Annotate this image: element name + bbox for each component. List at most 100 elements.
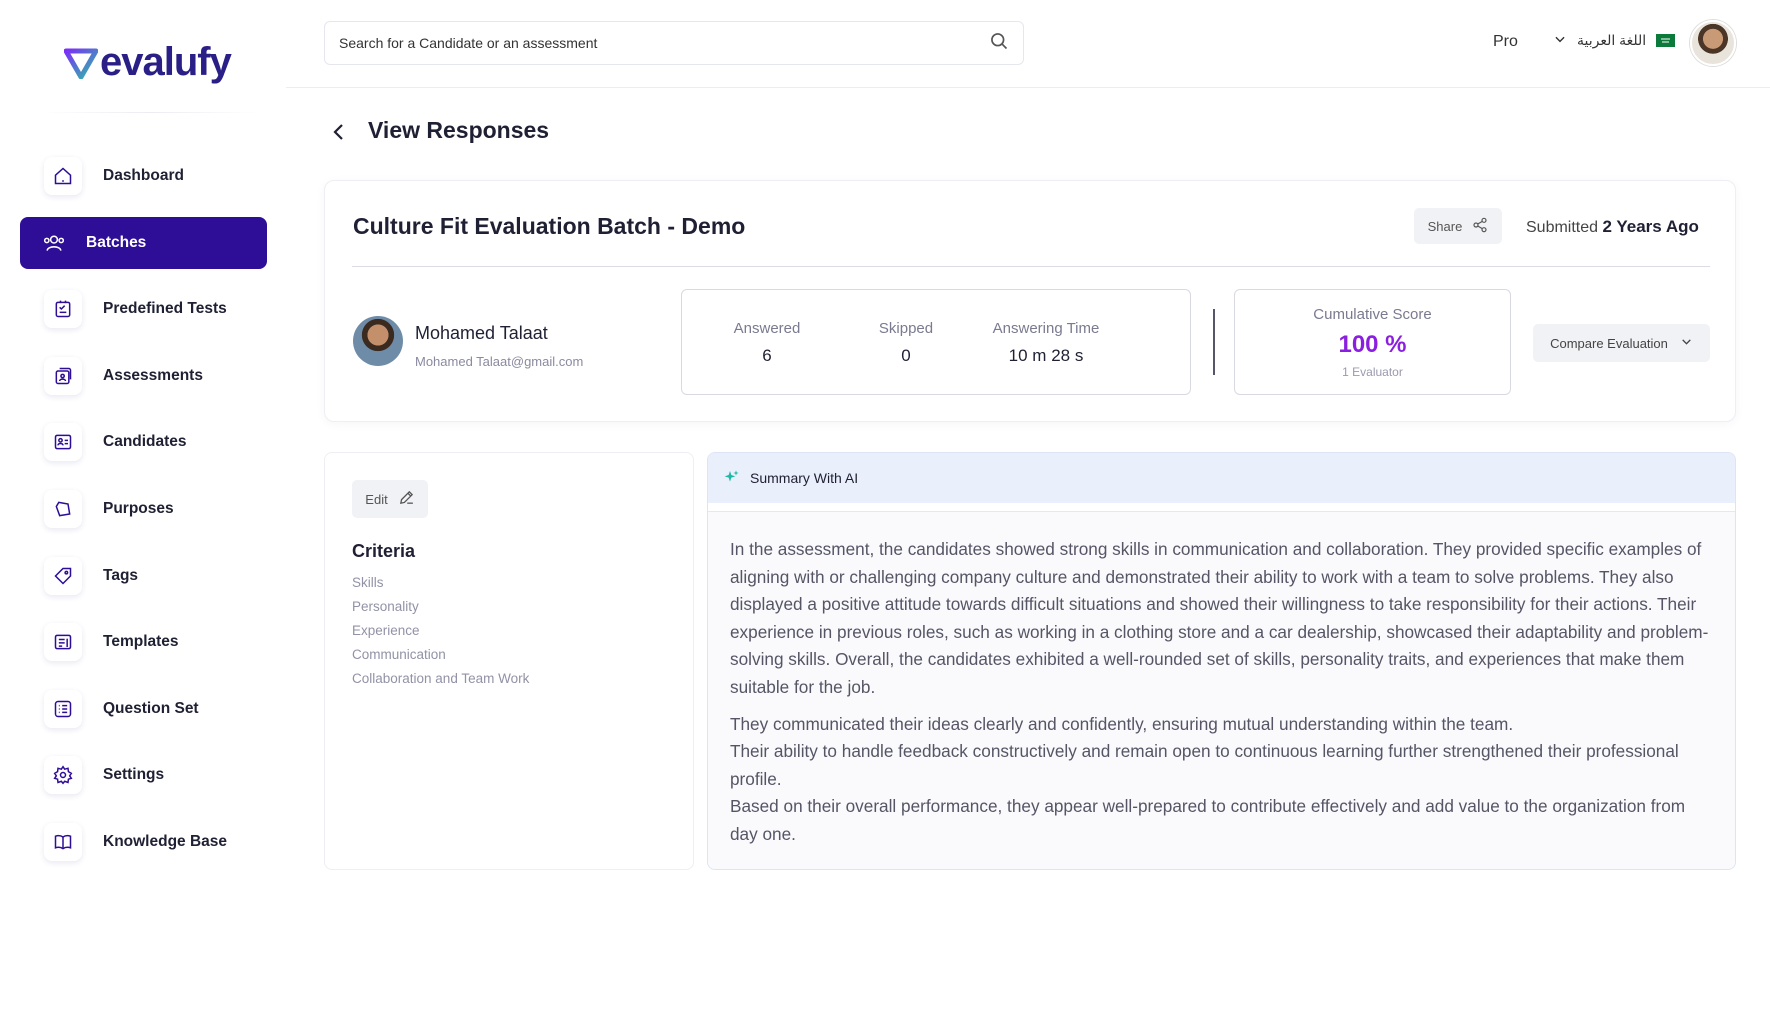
sidebar-item-label: Tags [103, 566, 139, 584]
stat-answered: Answered 6 [702, 320, 832, 366]
search-box[interactable] [324, 21, 1024, 65]
template-icon [44, 623, 82, 662]
summary-paragraph: In the assessment, the candidates showed… [730, 539, 1709, 697]
sidebar-item-templates[interactable]: Templates [20, 616, 267, 668]
edit-criteria-button[interactable]: Edit [352, 480, 428, 518]
criteria-item: Collaboration and Team Work [352, 671, 530, 686]
gear-icon [44, 756, 82, 795]
list-icon [44, 689, 82, 728]
sidebar-item-label: Settings [103, 766, 165, 784]
criteria-item: Skills [352, 575, 384, 590]
stat-label: Skipped [878, 320, 934, 337]
sidebar-item-label: Knowledge Base [103, 832, 228, 850]
sidebar-item-label: Dashboard [103, 167, 184, 184]
ai-summary-title: Summary With AI [750, 470, 859, 486]
evalufy-logo-icon [64, 48, 98, 79]
id-card-icon [44, 423, 82, 462]
sidebar-nav: Dashboard Batches Predefined Tests Asses… [20, 150, 267, 883]
candidate-email: Mohamed Talaat@gmail.com [415, 354, 584, 369]
criteria-item: Experience [352, 623, 420, 638]
sidebar-divider [40, 112, 260, 113]
sidebar-item-label: Batches [86, 233, 147, 251]
saudi-flag-icon [1656, 34, 1676, 47]
logo[interactable]: evalufy [64, 40, 232, 85]
sidebar-item-label: Candidates [103, 433, 187, 451]
sidebar-item-dashboard[interactable]: Dashboard [20, 150, 267, 202]
candidate-name: Mohamed Talaat [415, 323, 548, 343]
sidebar-item-label: Predefined Tests [103, 300, 227, 318]
summary-line: They communicated their ideas clearly an… [730, 713, 1514, 734]
score-value: 100 % [1338, 331, 1407, 358]
ai-summary-panel: Summary With AI In the assessment, the c… [707, 452, 1736, 870]
sidebar-item-tags[interactable]: Tags [20, 550, 267, 602]
ai-summary-header: Summary With AI [708, 453, 1735, 503]
stat-skipped: Skipped 0 [841, 320, 971, 366]
pencil-icon [398, 489, 415, 509]
sidebar-item-settings[interactable]: Settings [20, 749, 267, 801]
stat-value: 6 [762, 346, 772, 365]
evaluator-count: 1 Evaluator [1342, 365, 1403, 379]
sidebar-item-purposes[interactable]: Purposes [20, 483, 267, 535]
topbar: Pro اللغة العربية [286, 0, 1770, 88]
page-title: View Responses [368, 117, 550, 143]
sidebar-item-label: Question Set [103, 699, 199, 717]
user-avatar[interactable] [1690, 20, 1736, 66]
criteria-item: Communication [352, 647, 446, 662]
ai-summary-body: In the assessment, the candidates showed… [708, 511, 1735, 869]
chevron-down-icon [1680, 335, 1693, 351]
score-label: Cumulative Score [1313, 306, 1432, 323]
purpose-icon [44, 489, 82, 528]
users-icon [38, 224, 70, 262]
batch-title: Culture Fit Evaluation Batch - Demo [353, 213, 746, 239]
stat-value: 10 m 28 s [1008, 346, 1084, 365]
stat-answering-time: Answering Time 10 m 28 s [981, 320, 1111, 366]
candidate-avatar [353, 316, 403, 366]
home-icon [44, 157, 82, 195]
search-icon[interactable] [989, 31, 1009, 56]
sidebar-item-batches[interactable]: Batches [20, 216, 267, 269]
sidebar: evalufy Dashboard Batches Predefined Tes… [0, 0, 290, 1010]
submitted-prefix: Submitted [1526, 219, 1599, 236]
book-icon [44, 822, 82, 861]
plan-label: Pro [1493, 33, 1518, 50]
assessment-icon [44, 356, 82, 395]
sidebar-item-label: Templates [103, 633, 179, 651]
sidebar-item-knowledge-base[interactable]: Knowledge Base [20, 816, 267, 868]
edit-label: Edit [365, 491, 388, 507]
stats-separator [1213, 309, 1215, 375]
sidebar-item-question-set[interactable]: Question Set [20, 683, 267, 735]
sidebar-item-label: Purposes [103, 499, 174, 517]
card-divider [352, 266, 1710, 267]
search-input[interactable] [339, 35, 989, 51]
share-icon [1472, 217, 1488, 236]
cumulative-score: Cumulative Score 100 % 1 Evaluator [1234, 289, 1511, 395]
chevron-down-icon [1553, 32, 1567, 49]
language-selector[interactable]: اللغة العربية [1553, 32, 1676, 49]
stat-label: Answered [733, 320, 801, 337]
stat-label: Answering Time [992, 320, 1100, 337]
compare-label: Compare Evaluation [1550, 335, 1668, 351]
criteria-list: Skills Personality Experience Communicat… [352, 571, 529, 691]
stat-value: 0 [901, 346, 911, 365]
compare-evaluation-dropdown[interactable]: Compare Evaluation [1533, 324, 1710, 362]
submitted-value: 2 Years Ago [1602, 217, 1699, 236]
sidebar-item-predefined-tests[interactable]: Predefined Tests [20, 283, 267, 335]
criteria-panel: Edit Criteria Skills Personality Experie… [324, 452, 694, 870]
submitted-info: Submitted 2 Years Ago [1526, 217, 1699, 237]
batch-summary-card: Culture Fit Evaluation Batch - Demo Shar… [324, 180, 1736, 422]
back-arrow-icon[interactable] [329, 120, 349, 144]
share-button[interactable]: Share [1414, 208, 1502, 244]
criteria-item: Personality [352, 599, 419, 614]
language-label: اللغة العربية [1577, 32, 1647, 48]
summary-line: Based on their overall performance, they… [730, 796, 1686, 844]
share-label: Share [1427, 218, 1463, 234]
criteria-title: Criteria [352, 541, 416, 561]
sidebar-item-label: Assessments [103, 366, 203, 384]
checklist-icon [44, 290, 82, 329]
sidebar-item-assessments[interactable]: Assessments [20, 350, 267, 402]
response-stats: Answered 6 Skipped 0 Answering Time 10 m… [681, 289, 1191, 395]
sparkle-icon [724, 469, 740, 488]
sidebar-item-candidates[interactable]: Candidates [20, 416, 267, 468]
summary-line: Their ability to handle feedback constru… [730, 741, 1679, 789]
tag-icon [44, 556, 82, 595]
